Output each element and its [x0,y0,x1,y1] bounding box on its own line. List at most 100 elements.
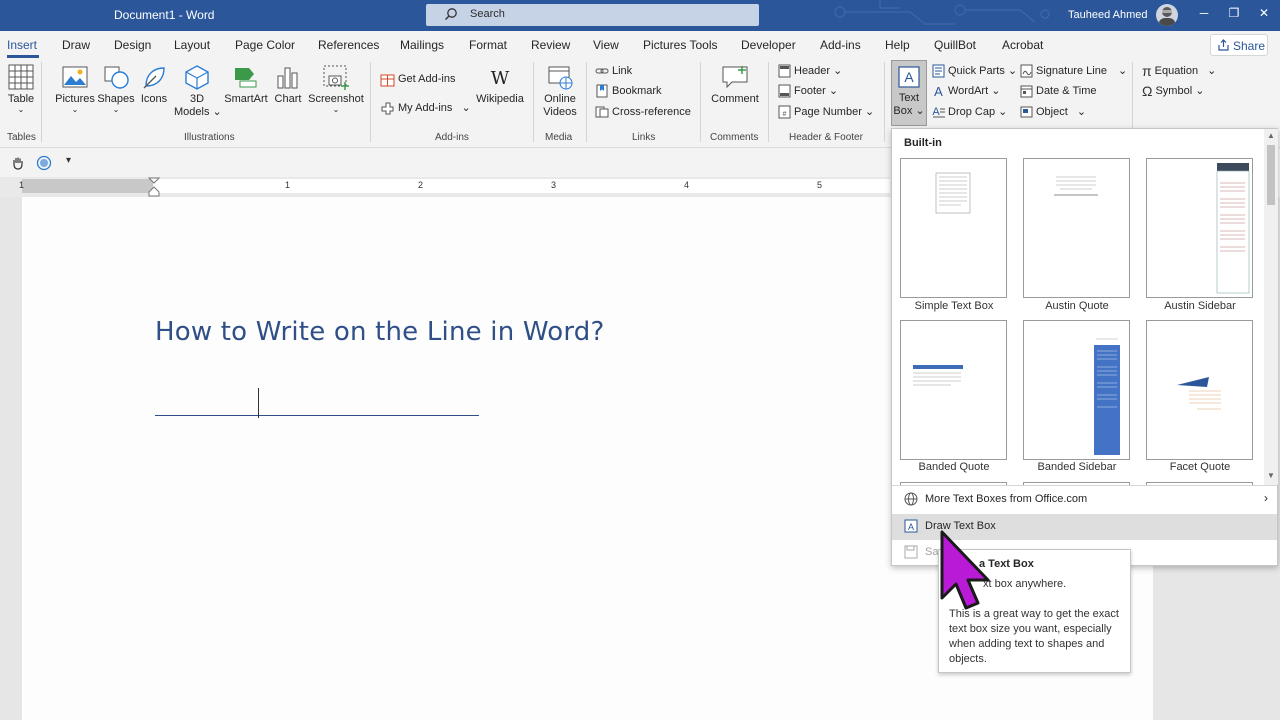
gallery-item-austin-quote[interactable] [1023,158,1130,298]
separator [700,62,701,142]
date-time-button[interactable]: Date & Time [1020,82,1097,100]
link-icon [595,68,609,74]
gallery-item-simple-text-box[interactable] [900,158,1007,298]
scroll-down-icon[interactable]: ▼ [1266,471,1276,480]
writing-line [155,415,479,416]
scroll-up-icon[interactable]: ▲ [1266,131,1276,140]
tab-add-ins[interactable]: Add-ins [820,38,861,52]
tab-design[interactable]: Design [114,38,151,52]
cross-reference-button[interactable]: Cross-reference [595,103,691,121]
footer-button[interactable]: Footer ⌄ [778,82,838,100]
user-name[interactable]: Tauheed Ahmed [1068,9,1148,21]
my-add-ins-button[interactable]: My Add-ins ⌄ [380,99,471,117]
link-button[interactable]: Link [595,62,632,80]
get-add-ins-button[interactable]: Get Add-ins [380,70,455,88]
chart-button[interactable]: Chart [272,64,304,106]
bookmark-button[interactable]: Bookmark [595,82,662,100]
smartart-button[interactable]: SmartArt [223,64,269,106]
tab-developer[interactable]: Developer [741,38,796,52]
ruler-number: 3 [551,180,557,190]
cube-icon [185,65,209,90]
globe-icon [904,492,918,506]
tab-format[interactable]: Format [469,38,507,52]
avatar[interactable] [1156,4,1178,26]
pictures-button[interactable]: Pictures ⌄ [55,64,95,114]
shapes-icon [104,66,129,89]
tab-mailings[interactable]: Mailings [400,38,444,52]
shapes-button[interactable]: Shapes ⌄ [97,64,135,114]
restore-button[interactable]: ❐ [1224,6,1244,24]
more-text-boxes-item[interactable]: More Text Boxes from Office.com › [892,487,1277,513]
add-ins-icon [381,102,394,115]
text-box-button[interactable]: A Text Box ⌄ [891,60,927,126]
search-box[interactable]: Search [426,4,759,26]
3d-models-button[interactable]: 3D Models ⌄ [174,64,222,119]
signature-line-button[interactable]: Signature Line ⌄ [1020,62,1127,80]
chevron-down-icon: ⌄ [864,106,875,118]
get-add-ins-label: Get Add-ins [398,73,456,85]
screenshot-button[interactable]: Screenshot ⌄ [308,64,364,114]
gallery-label: Austin Sidebar [1164,300,1236,312]
close-button[interactable]: ✕ [1254,6,1274,24]
gallery-item-austin-sidebar[interactable] [1146,158,1253,298]
wikipedia-button[interactable]: W Wikipedia [474,66,526,106]
gallery-label: Banded Sidebar [1037,461,1117,473]
object-button[interactable]: Object ⌄ [1020,103,1086,121]
chevron-down-icon: ⌄ [991,85,1001,97]
document-heading[interactable]: How to Write on the Line in Word? [155,317,605,347]
group-header-footer: Header & Footer [789,132,863,143]
wordart-button[interactable]: A WordArt ⌄ [932,82,1000,100]
customize-toolbar-icon[interactable]: ▾ [66,155,71,166]
share-button[interactable]: Share [1210,34,1268,56]
comment-button[interactable]: Comment [708,64,762,106]
tab-pictures-tools[interactable]: Pictures Tools [643,38,717,52]
header-label: Header [794,65,831,77]
drop-cap-button[interactable]: A Drop Cap ⌄ [932,103,1007,121]
scrollbar-thumb[interactable] [1267,145,1275,205]
tab-draw[interactable]: Draw [62,38,90,52]
icons-icon [143,67,165,89]
hand-icon[interactable] [10,155,26,171]
tab-quillbot[interactable]: QuillBot [934,38,976,52]
gallery-item-banded-quote[interactable] [900,320,1007,460]
separator [768,62,769,142]
indent-marker-icon[interactable] [148,177,160,197]
ruler-margin [22,179,153,193]
tab-acrobat[interactable]: Acrobat [1002,38,1043,52]
tab-references[interactable]: References [318,38,379,52]
equation-button[interactable]: π Equation ⌄ [1142,62,1216,80]
icons-button[interactable]: Icons [138,64,170,106]
page-number-button[interactable]: # Page Number ⌄ [778,103,874,121]
tab-insert[interactable]: Insert [7,38,37,52]
tab-layout[interactable]: Layout [174,38,210,52]
gallery-item-banded-sidebar[interactable] [1023,320,1130,460]
chevron-down-icon: ⌄ [828,85,839,97]
ruler-number: 4 [684,180,690,190]
tab-review[interactable]: Review [531,38,570,52]
minimize-button[interactable]: ─ [1194,6,1214,24]
table-button[interactable]: Table ⌄ [6,64,36,114]
drop-cap-label: Drop Cap [948,106,996,118]
svg-text:A: A [904,69,914,85]
signature-line-label: Signature Line [1036,65,1107,77]
tab-view[interactable]: View [593,38,619,52]
svg-text:A: A [932,106,940,118]
quick-parts-button[interactable]: Quick Parts ⌄ [932,62,1017,80]
group-add-ins: Add-ins [435,132,469,143]
bookmark-icon [596,84,608,98]
online-videos-button[interactable]: Online Videos [540,64,580,119]
gallery-item-facet-quote[interactable] [1146,320,1253,460]
tab-page-color[interactable]: Page Color [235,38,295,52]
touch-mode-icon[interactable] [36,155,52,171]
horizontal-ruler[interactable]: 1 1 2 3 4 5 [0,177,890,197]
bookmark-label: Bookmark [612,85,662,97]
chart-icon [277,67,298,89]
document-title: Document1 - Word [114,8,215,22]
tab-help[interactable]: Help [885,38,910,52]
header-button[interactable]: Header ⌄ [778,62,842,80]
gallery-label: Facet Quote [1169,461,1231,473]
equation-label: Equation [1154,65,1199,77]
symbol-button[interactable]: Ω Symbol ⌄ [1142,82,1204,100]
gallery-scrollbar[interactable]: ▲ ▼ [1264,129,1278,485]
facet-quote-preview [1177,377,1221,410]
